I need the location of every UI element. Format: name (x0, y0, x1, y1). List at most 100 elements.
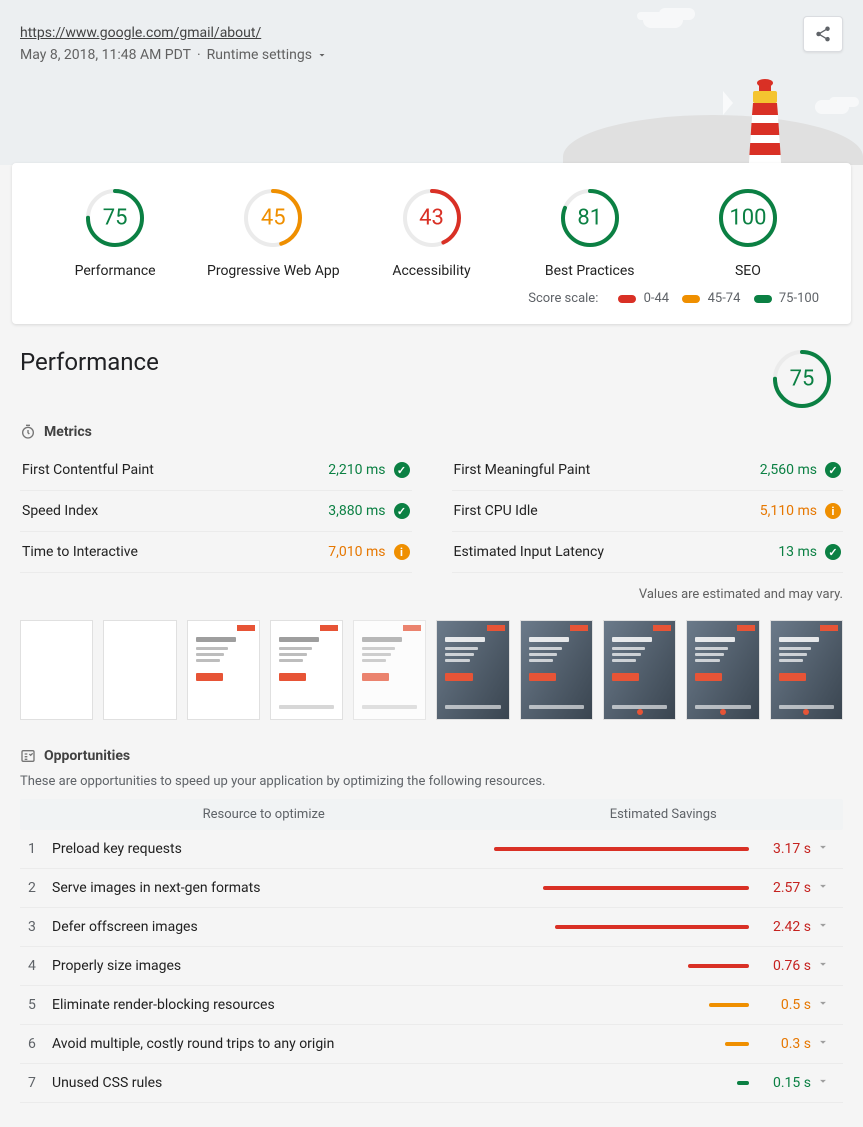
filmstrip-frame (603, 620, 676, 720)
opportunities-table-header: Resource to optimize Estimated Savings (20, 799, 843, 830)
opportunity-value: 2.42 s (749, 919, 811, 935)
cloud-icon (643, 12, 683, 28)
metric-value: 3,880 ms (328, 503, 385, 519)
opportunity-row[interactable]: 5 Eliminate render-blocking resources 0.… (20, 986, 843, 1025)
filmstrip-frame (520, 620, 593, 720)
opportunity-index: 1 (28, 841, 52, 857)
check-icon: ✓ (394, 462, 410, 478)
opportunity-name: Eliminate render-blocking resources (52, 997, 492, 1013)
lighthouse-icon (723, 73, 803, 165)
gauge-label: Best Practices (511, 263, 669, 279)
filmstrip-frame (436, 620, 509, 720)
metric-value: 2,560 ms (760, 462, 817, 478)
opportunity-value: 3.17 s (749, 841, 811, 857)
opportunity-value: 2.57 s (749, 880, 811, 896)
filmstrip-frame (353, 620, 426, 720)
opportunity-row[interactable]: 1 Preload key requests 3.17 s (20, 830, 843, 869)
opportunity-bar (492, 1039, 749, 1049)
legend-item: 75-100 (754, 291, 819, 306)
filmstrip-frame (770, 620, 843, 720)
score-gauge-best practices[interactable]: 81 Best Practices (511, 187, 669, 279)
metric-row[interactable]: Speed Index 3,880 ms ✓ (20, 491, 412, 532)
legend-swatch (618, 295, 636, 303)
opportunity-bar (492, 883, 749, 893)
metric-name: Speed Index (22, 503, 98, 519)
filmstrip-frame (103, 620, 176, 720)
stopwatch-icon (20, 424, 36, 440)
opportunity-value: 0.5 s (749, 997, 811, 1013)
opportunity-name: Avoid multiple, costly round trips to an… (52, 1036, 492, 1052)
section-title-performance: Performance (20, 348, 159, 376)
opportunity-index: 2 (28, 880, 52, 896)
opportunity-row[interactable]: 6 Avoid multiple, costly round trips to … (20, 1025, 843, 1064)
legend-swatch (682, 295, 700, 303)
metric-row[interactable]: Estimated Input Latency 13 ms ✓ (452, 532, 844, 573)
opportunity-index: 3 (28, 919, 52, 935)
metric-value: 5,110 ms (760, 503, 817, 519)
score-gauge-accessibility[interactable]: 43 Accessibility (352, 187, 510, 279)
chevron-down-icon (811, 1035, 835, 1053)
page-url-link[interactable]: https://www.google.com/gmail/about/ (20, 25, 261, 41)
opportunity-value: 0.76 s (749, 958, 811, 974)
opportunity-name: Defer offscreen images (52, 919, 492, 935)
performance-section: Performance 75 Metrics First Contentful … (0, 324, 863, 1127)
opportunity-index: 4 (28, 958, 52, 974)
chevron-down-icon (811, 957, 835, 975)
opportunity-row[interactable]: 2 Serve images in next-gen formats 2.57 … (20, 869, 843, 908)
metric-name: Estimated Input Latency (454, 544, 604, 560)
metric-value: 2,210 ms (328, 462, 385, 478)
metrics-subheader: Metrics (20, 424, 843, 440)
chevron-down-icon (811, 1074, 835, 1092)
audit-timestamp: May 8, 2018, 11:48 AM PDT (20, 47, 191, 63)
opportunity-row[interactable]: 4 Properly size images 0.76 s (20, 947, 843, 986)
metric-value: 13 ms (778, 544, 817, 560)
chevron-down-icon (811, 840, 835, 858)
legend-item: 0-44 (618, 291, 672, 306)
gauge-label: Performance (36, 263, 194, 279)
header-band: https://www.google.com/gmail/about/ May … (0, 0, 863, 165)
gauge-label: SEO (669, 263, 827, 279)
legend-swatch (754, 295, 772, 303)
metric-row[interactable]: Time to Interactive 7,010 ms i (20, 532, 412, 573)
info-icon: i (825, 503, 841, 519)
check-icon: ✓ (825, 462, 841, 478)
header-meta: May 8, 2018, 11:48 AM PDT · Runtime sett… (20, 47, 843, 63)
info-icon: i (394, 544, 410, 560)
score-legend: Score scale: 0-44 45-74 75-100 (36, 279, 827, 312)
filmstrip-frame (270, 620, 343, 720)
opportunity-row[interactable]: 3 Defer offscreen images 2.42 s (20, 908, 843, 947)
share-button[interactable] (803, 16, 843, 52)
check-icon: ✓ (825, 544, 841, 560)
metric-row[interactable]: First Meaningful Paint 2,560 ms ✓ (452, 450, 844, 491)
metric-row[interactable]: First CPU Idle 5,110 ms i (452, 491, 844, 532)
check-icon: ✓ (394, 503, 410, 519)
opportunity-row[interactable]: 7 Unused CSS rules 0.15 s (20, 1064, 843, 1103)
filmstrip-frame (20, 620, 93, 720)
score-summary-card: 75 Performance 45 Progressive Web App 43… (12, 163, 851, 324)
runtime-settings-toggle[interactable]: Runtime settings (207, 47, 328, 63)
opportunity-name: Properly size images (52, 958, 492, 974)
metrics-footnote: Values are estimated and may vary. (20, 587, 843, 602)
opportunity-index: 6 (28, 1036, 52, 1052)
chevron-down-icon (316, 49, 328, 61)
opportunity-value: 0.15 s (749, 1075, 811, 1091)
metric-name: First Contentful Paint (22, 462, 154, 478)
opportunity-bar (492, 922, 749, 932)
opportunity-bar (492, 844, 749, 854)
score-gauge-progressive web app[interactable]: 45 Progressive Web App (194, 187, 352, 279)
performance-score-gauge: 75 (771, 348, 833, 424)
chevron-down-icon (811, 996, 835, 1014)
share-icon (814, 25, 832, 43)
metric-value: 7,010 ms (328, 544, 385, 560)
opportunity-bar (492, 1078, 749, 1088)
metric-row[interactable]: First Contentful Paint 2,210 ms ✓ (20, 450, 412, 491)
opportunities-subheader: Opportunities (20, 748, 843, 764)
opportunity-name: Serve images in next-gen formats (52, 880, 492, 896)
score-gauge-performance[interactable]: 75 Performance (36, 187, 194, 279)
score-gauge-seo[interactable]: 100 SEO (669, 187, 827, 279)
cloud-icon (815, 100, 849, 114)
metric-name: First Meaningful Paint (454, 462, 591, 478)
opportunity-bar (492, 961, 749, 971)
filmstrip-frame (686, 620, 759, 720)
filmstrip-frame (187, 620, 260, 720)
